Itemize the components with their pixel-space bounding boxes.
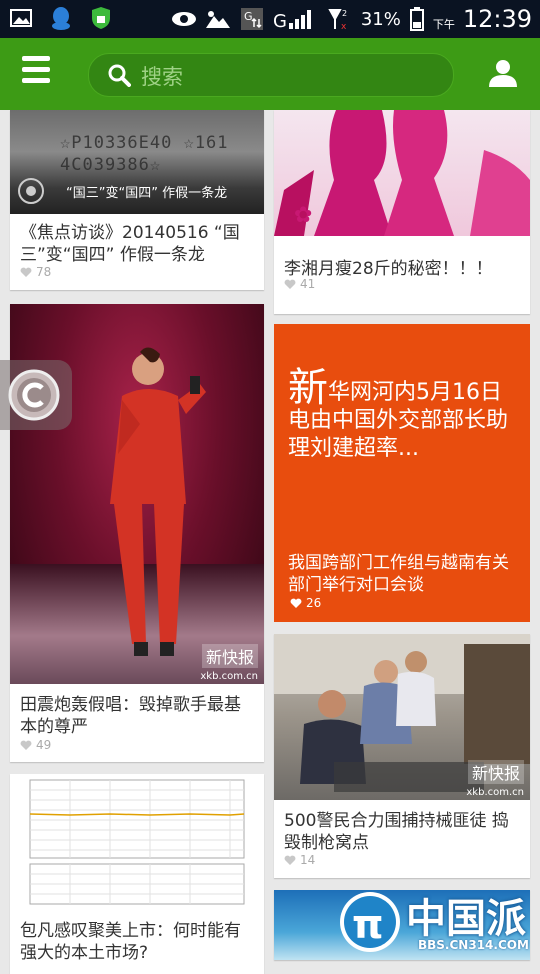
search-bar[interactable]: 搜索 <box>88 53 454 97</box>
watermark-brand: 中国派 <box>406 896 526 942</box>
image-icon <box>8 5 34 31</box>
news-text-card[interactable]: 新华网河内5月16日电由中国外交部部长助理刘建超率... 我国跨部门工作组与越南… <box>274 324 530 622</box>
c-logo-icon <box>8 369 60 421</box>
signal-2-icon: 2x <box>327 6 353 32</box>
image-source: xkb.com.cn <box>466 787 524 798</box>
news-image: ✿ <box>274 110 530 236</box>
data-transfer-icon: G <box>239 6 265 32</box>
channel-logo-icon <box>16 176 46 210</box>
heart-icon <box>284 855 296 865</box>
app-bar: 搜索 <box>0 38 540 110</box>
eye-icon <box>171 6 197 32</box>
svg-text:2: 2 <box>342 9 347 18</box>
image-tag: 新快报 <box>467 760 524 784</box>
svg-text:G: G <box>273 11 287 31</box>
news-image: ☆P10336E40 ☆1614C039386☆ “国三”变“国四” 作假一条龙 <box>10 110 264 214</box>
news-image: 新快报 xkb.com.cn <box>274 634 530 800</box>
like-count: 26 <box>290 596 321 610</box>
news-headline-first-char: 新 <box>288 365 328 411</box>
heart-icon <box>284 279 296 289</box>
shield-icon <box>88 5 114 31</box>
user-icon[interactable] <box>488 58 518 88</box>
svg-text:π: π <box>352 902 384 948</box>
news-image <box>10 774 264 912</box>
license-plate-text: ☆P10336E40 ☆1614C039386☆ <box>60 133 229 175</box>
heart-icon <box>290 598 302 608</box>
status-bar: G G 2x 31% 下午 12:39 <box>0 0 540 38</box>
image-source: xkb.com.cn <box>200 671 258 682</box>
image-caption: “国三”变“国四” 作假一条龙 <box>66 186 228 201</box>
battery-percent: 31% <box>360 8 401 30</box>
floating-c-button[interactable] <box>0 360 72 430</box>
logo-decoration: ✿ <box>294 203 312 228</box>
heart-icon <box>20 267 32 277</box>
battery-icon <box>409 6 425 32</box>
svg-text:G: G <box>244 10 253 23</box>
feed-card[interactable]: ✿ 李湘月瘦28斤的秘密！！！ 41 <box>274 110 530 314</box>
card-title: 500警民合力围捕持械匪徒 捣毁制枪窝点 <box>284 811 509 853</box>
like-count: 14 <box>284 853 315 867</box>
card-title: 李湘月瘦28斤的秘密！！！ <box>284 259 493 279</box>
search-icon <box>107 63 131 91</box>
signal-icon: G <box>273 6 319 32</box>
stock-chart-image <box>29 779 245 905</box>
image-tag: 新快报 <box>201 644 258 668</box>
clock: 12:39 <box>462 5 532 33</box>
heart-icon <box>20 740 32 750</box>
site-watermark: π 中国派 BBS.CN314.COM <box>338 888 538 958</box>
search-placeholder: 搜索 <box>141 65 183 89</box>
watermark-site: BBS.CN314.COM <box>418 938 529 952</box>
am-pm-indicator: 下午 <box>432 18 455 31</box>
svg-text:x: x <box>341 22 347 31</box>
card-title: 包凡感叹聚美上市：何时能有强大的本土市场? <box>20 921 241 963</box>
feed-card[interactable]: 新快报 xkb.com.cn 500警民合力围捕持械匪徒 捣毁制枪窝点 14 <box>274 634 530 878</box>
qq-icon <box>48 5 74 31</box>
feed-card[interactable]: 包凡感叹聚美上市：何时能有强大的本土市场? <box>10 774 264 974</box>
like-count: 49 <box>20 738 51 752</box>
like-count: 41 <box>284 277 315 291</box>
feed-card[interactable]: ☆P10336E40 ☆1614C039386☆ “国三”变“国四” 作假一条龙… <box>10 110 264 290</box>
news-subtitle: 我国跨部门工作组与越南有关部门举行对口会谈 <box>288 553 509 595</box>
news-headline: 新华网河内5月16日电由中国外交部部长助理刘建超率... <box>288 368 516 463</box>
card-title: 田震炮轰假唱：毁掉歌手最基本的尊严 <box>20 695 241 737</box>
like-count: 78 <box>20 265 51 279</box>
models-figure: ✿ <box>274 110 530 236</box>
mountain-icon <box>205 6 231 32</box>
menu-button[interactable] <box>16 56 56 92</box>
card-title: 《焦点访谈》20140516 “国三”变“国四” 作假一条龙 <box>20 223 240 265</box>
